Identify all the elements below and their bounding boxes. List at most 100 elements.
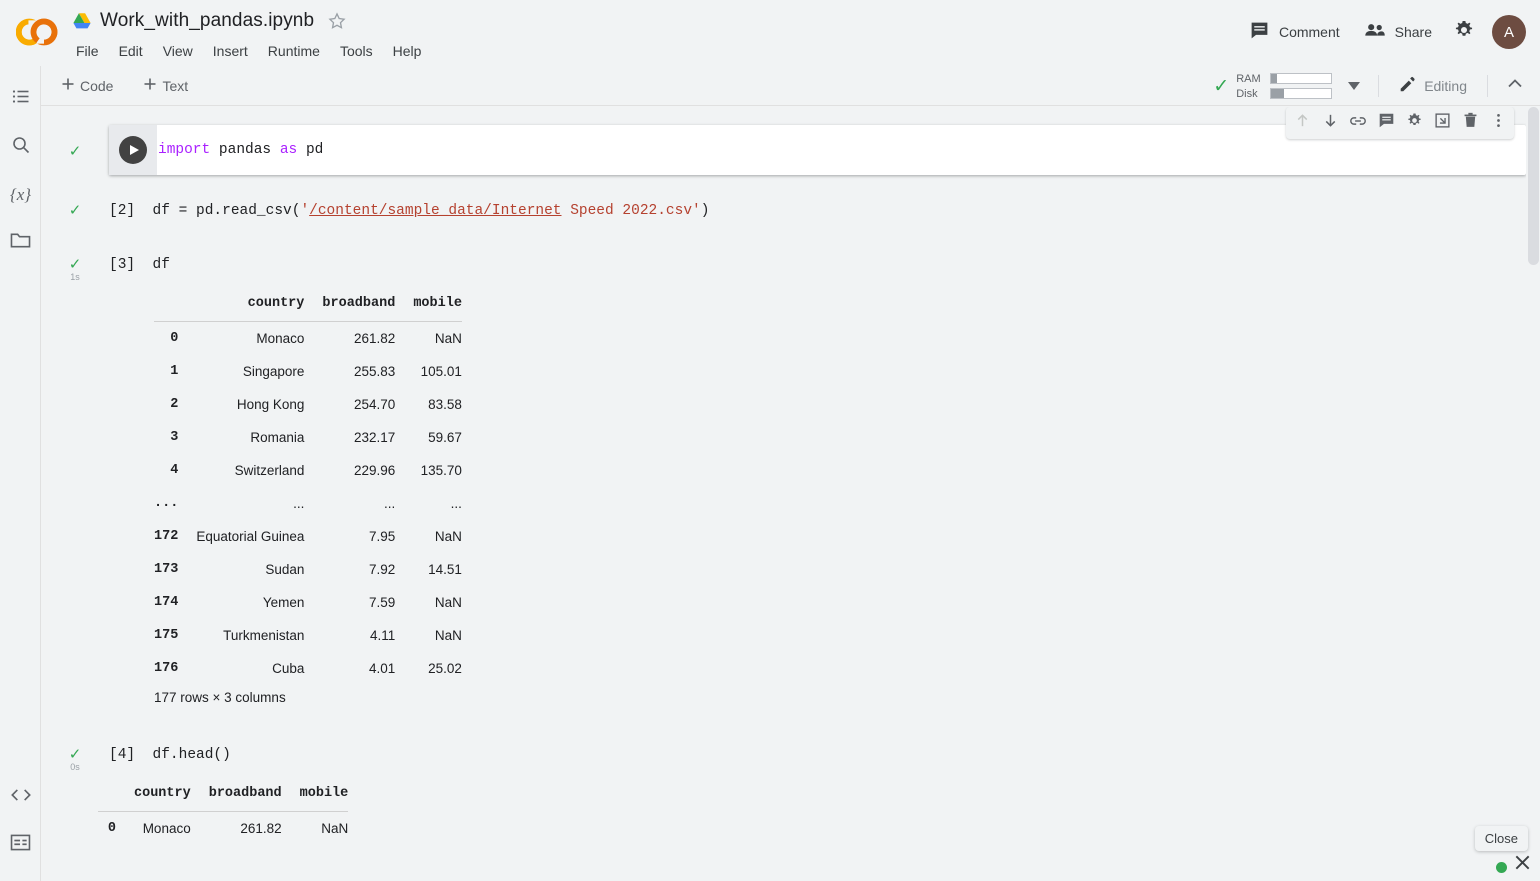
table-row: 173 Sudan 7.92 14.51: [154, 553, 462, 586]
cell-broadband: 261.82: [240, 821, 282, 836]
link-to-cell-button[interactable]: [1344, 109, 1372, 137]
sidebar-item-files[interactable]: [0, 219, 41, 267]
colab-logo[interactable]: [15, 16, 58, 48]
cell-country: Hong Kong: [236, 397, 305, 412]
comment-icon: [1249, 20, 1270, 44]
table-header: country broadband mobile: [98, 777, 349, 812]
cell-exec-count: [3]: [109, 257, 136, 273]
row-index: 176: [154, 661, 179, 676]
column-header-mobile: mobile: [281, 777, 349, 812]
runtime-options-button[interactable]: [1340, 69, 1368, 103]
code-snippets-icon: [10, 787, 32, 808]
menu-file[interactable]: File: [66, 40, 109, 62]
code-token: as: [279, 142, 298, 158]
page-title[interactable]: Work_with_pandas.ipynb: [100, 10, 314, 32]
code-token: ': [300, 203, 310, 219]
cell-content[interactable]: [4] df.head(): [109, 745, 231, 763]
delete-cell-icon: [1462, 112, 1479, 134]
cell-status-check: ✓: [68, 256, 82, 273]
close-button[interactable]: [1513, 853, 1532, 877]
collapse-toolbar-button[interactable]: [1498, 67, 1532, 106]
move-cell-up-button[interactable]: [1288, 109, 1316, 137]
active-code-cell[interactable]: import pandas as pd: [109, 107, 1526, 175]
cell-mobile: NaN: [434, 628, 462, 643]
resource-meters[interactable]: RAM Disk: [1236, 73, 1333, 100]
status-indicator-dot: [1496, 862, 1507, 873]
menu-help[interactable]: Help: [383, 40, 432, 62]
cell-broadband: 7.92: [369, 562, 396, 577]
code-token: ): [700, 203, 710, 219]
cell-country: Yemen: [262, 595, 305, 610]
menu-runtime[interactable]: Runtime: [258, 40, 330, 62]
sidebar-item-search[interactable]: [0, 123, 41, 171]
cell-country: Monaco: [142, 821, 191, 836]
toolbar-divider: [1487, 75, 1488, 97]
title-block: Work_with_pandas.ipynb File Edit View In…: [72, 6, 431, 62]
star-icon[interactable]: [327, 11, 347, 31]
sidebar-item-variables[interactable]: {x}: [0, 171, 41, 219]
cell-status-check: ✓: [68, 202, 82, 219]
toolbar-divider: [1378, 75, 1380, 97]
add-comment-button[interactable]: [1372, 109, 1400, 137]
cell-content[interactable]: [3] df: [109, 255, 170, 273]
code-cell: ✓ 0s [4] df.head() country broadband mob…: [41, 739, 1526, 859]
add-text-label: Text: [162, 77, 189, 94]
column-header-country: country: [116, 777, 191, 812]
comment-button[interactable]: Comment: [1237, 12, 1352, 52]
table-row: 176 Cuba 4.01 25.02: [154, 652, 462, 685]
sidebar-item-table-of-contents[interactable]: [0, 75, 41, 123]
table-header-row: country broadband mobile: [98, 777, 349, 812]
delete-cell-button[interactable]: [1456, 109, 1484, 137]
cell-broadband: 261.82: [354, 331, 396, 346]
share-button[interactable]: Share: [1352, 12, 1444, 52]
add-code-cell-button[interactable]: Code: [51, 72, 123, 99]
sidebar-item-terminal[interactable]: [0, 821, 41, 869]
menu-insert[interactable]: Insert: [203, 40, 258, 62]
table-body: 0 Monaco 261.82 NaN: [98, 812, 348, 846]
cell-content[interactable]: [2] df = pd.read_csv('/content/sample_da…: [109, 201, 709, 219]
more-cell-actions-button[interactable]: [1484, 109, 1512, 137]
run-cell-button[interactable]: [109, 125, 157, 175]
drive-icon[interactable]: [72, 12, 92, 30]
cell-broadband: 255.83: [354, 364, 396, 379]
menu-edit[interactable]: Edit: [109, 40, 153, 62]
move-cell-down-button[interactable]: [1316, 109, 1344, 137]
menu-bar: File Edit View Insert Runtime Tools Help: [66, 40, 431, 62]
cell-gutter: ✓: [41, 144, 109, 159]
cell-exec-count: [2]: [109, 203, 136, 219]
cell-output: country broadband mobile 0 Monaco 261.82 Na…: [41, 287, 462, 705]
cell-settings-icon: [1406, 112, 1423, 134]
table-row-ellipsis: ............: [154, 487, 462, 520]
row-index: 3: [170, 430, 179, 445]
column-header-country: country: [178, 287, 305, 322]
avatar[interactable]: A: [1492, 15, 1526, 49]
chevron-up-icon: [1505, 78, 1525, 98]
settings-button[interactable]: [1444, 10, 1484, 55]
cell-settings-button[interactable]: [1400, 109, 1428, 137]
scrollbar-thumb[interactable]: [1528, 107, 1539, 265]
close-tooltip: Close: [1474, 826, 1528, 851]
row-index: 0: [107, 821, 116, 836]
menu-tools[interactable]: Tools: [330, 40, 383, 62]
column-header-broadband: broadband: [190, 777, 282, 812]
vertical-scrollbar[interactable]: [1526, 107, 1540, 881]
file-path-link[interactable]: /content/sample_data/Internet: [309, 203, 561, 219]
sidebar-item-code-snippets[interactable]: [0, 773, 41, 821]
link-to-cell-icon: [1349, 112, 1367, 135]
cell-gutter: ✓ 0s: [41, 747, 109, 773]
menu-view[interactable]: View: [153, 40, 203, 62]
cell-country: Singapore: [242, 364, 305, 379]
add-text-cell-button[interactable]: Text: [133, 72, 198, 99]
move-cell-down-icon: [1322, 112, 1339, 134]
editing-mode-button[interactable]: Editing: [1389, 70, 1477, 102]
mirror-cell-button[interactable]: [1428, 109, 1456, 137]
cell-broadband: 229.96: [354, 463, 396, 478]
row-index: 4: [170, 463, 179, 478]
row-index: 172: [154, 529, 179, 544]
cell-broadband: 232.17: [354, 430, 396, 445]
cell-mobile: NaN: [321, 821, 349, 836]
cell-mobile: 83.58: [428, 397, 462, 412]
cell-broadband: 254.70: [354, 397, 396, 412]
dataframe-shape-label: 177 rows × 3 columns: [154, 690, 286, 705]
cell-code-text: df.head(): [152, 747, 231, 763]
